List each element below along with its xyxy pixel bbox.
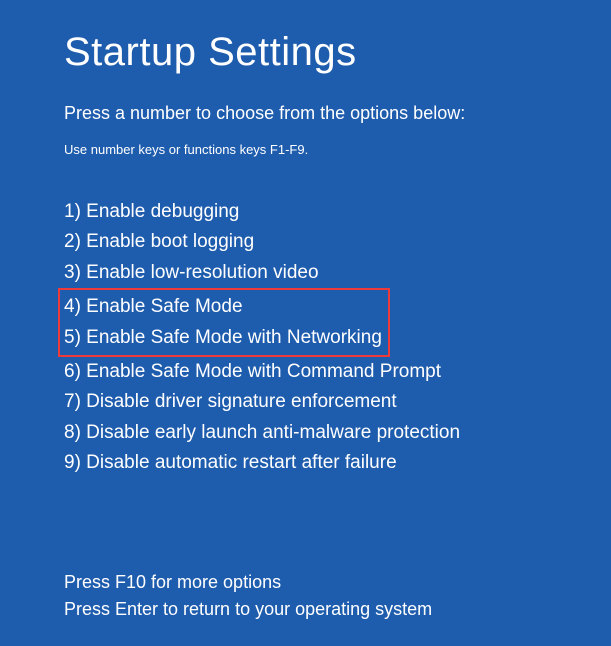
option-3-low-res-video[interactable]: 3) Enable low-resolution video	[64, 258, 611, 288]
option-7-disable-driver-sig[interactable]: 7) Disable driver signature enforcement	[64, 387, 611, 417]
startup-settings-screen: Startup Settings Press a number to choos…	[0, 0, 611, 624]
page-title: Startup Settings	[64, 30, 611, 75]
highlight-annotation: 4) Enable Safe Mode 5) Enable Safe Mode …	[58, 288, 390, 357]
option-4-safe-mode[interactable]: 4) Enable Safe Mode	[64, 292, 382, 322]
option-5-safe-mode-networking[interactable]: 5) Enable Safe Mode with Networking	[64, 323, 382, 353]
instruction-text: Use number keys or functions keys F1-F9.	[64, 142, 611, 157]
footer-options: Press F10 for more options Press Enter t…	[64, 569, 611, 625]
option-2-boot-logging[interactable]: 2) Enable boot logging	[64, 227, 611, 257]
footer-more-options: Press F10 for more options	[64, 569, 611, 597]
footer-return: Press Enter to return to your operating …	[64, 596, 611, 624]
option-6-safe-mode-cmd[interactable]: 6) Enable Safe Mode with Command Prompt	[64, 357, 611, 387]
option-9-disable-auto-restart[interactable]: 9) Disable automatic restart after failu…	[64, 448, 611, 478]
subtitle: Press a number to choose from the option…	[64, 103, 611, 124]
option-1-debugging[interactable]: 1) Enable debugging	[64, 197, 611, 227]
boot-options-list: 1) Enable debugging 2) Enable boot loggi…	[64, 197, 611, 479]
option-8-disable-anti-malware[interactable]: 8) Disable early launch anti-malware pro…	[64, 418, 611, 448]
